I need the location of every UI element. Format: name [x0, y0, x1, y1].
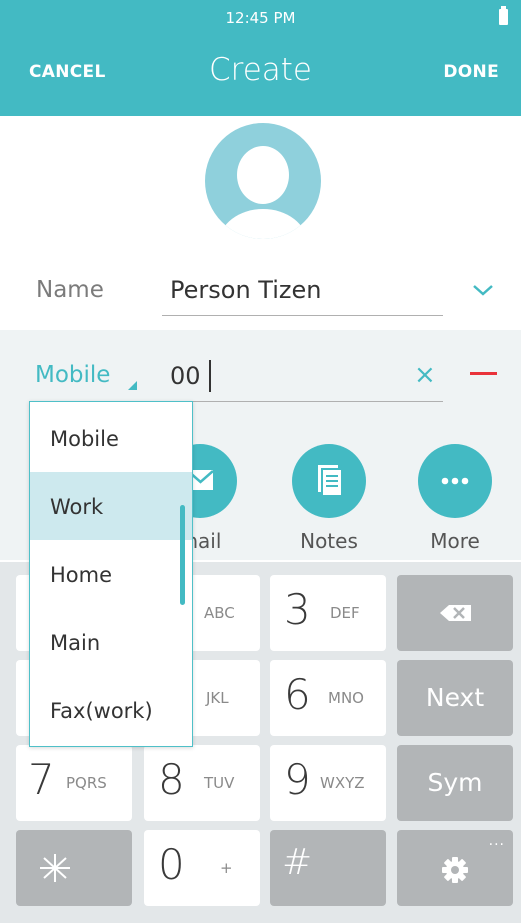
key-star[interactable] [16, 830, 132, 906]
settings-button[interactable]: ... [397, 830, 513, 906]
expand-chevron-icon[interactable] [469, 281, 497, 299]
name-underline [162, 315, 443, 316]
key-6-digit: 6 [284, 670, 311, 719]
text-cursor [209, 360, 211, 392]
phone-type-dropdown: Mobile Work Home Main Fax(work) [29, 401, 193, 747]
name-label: Name [36, 277, 104, 303]
key-6[interactable]: 6 MNO [270, 660, 386, 736]
hash-symbol: # [282, 842, 313, 883]
done-button[interactable]: DONE [443, 62, 499, 82]
key-8-digit: 8 [158, 755, 185, 804]
key-3[interactable]: 3 DEF [270, 575, 386, 651]
key-0-digit: 0 [158, 840, 185, 889]
status-time: 12:45 PM [225, 9, 296, 27]
backspace-icon [440, 605, 471, 621]
key-2-letters: ABC [204, 604, 235, 622]
more-label: More [430, 529, 480, 553]
phone-input[interactable]: 00 [170, 362, 201, 390]
key-0[interactable]: 0 + [144, 830, 260, 906]
notes-icon [318, 465, 343, 497]
key-9-digit: 9 [284, 755, 311, 804]
dropdown-caret-icon[interactable] [128, 381, 137, 390]
battery-icon [499, 6, 508, 25]
avatar[interactable] [205, 123, 321, 239]
key-0-letters: + [220, 859, 233, 877]
key-3-digit: 3 [284, 585, 311, 634]
key-5-letters: JKL [206, 689, 229, 707]
key-7[interactable]: 7 PQRS [16, 745, 132, 821]
backspace-button[interactable] [397, 575, 513, 651]
dropdown-item-work[interactable]: Work [30, 472, 192, 540]
dropdown-item-fax-work[interactable]: Fax(work) [30, 676, 192, 744]
more-button[interactable] [418, 444, 492, 518]
notes-button[interactable] [292, 444, 366, 518]
dropdown-scrollbar[interactable] [180, 505, 185, 605]
dropdown-item-home[interactable]: Home [30, 540, 192, 608]
name-input[interactable]: Person Tizen [170, 276, 321, 304]
key-7-letters: PQRS [66, 774, 107, 792]
sym-button[interactable]: Sym [397, 745, 513, 821]
remove-field-button[interactable] [470, 372, 497, 375]
key-7-digit: 7 [28, 755, 55, 804]
sym-label: Sym [427, 768, 483, 797]
notes-label: Notes [300, 529, 358, 553]
asterisk-icon [40, 854, 70, 882]
phone-underline [162, 401, 443, 402]
app-header: 12:45 PM CANCEL Create DONE [0, 0, 521, 116]
key-6-letters: MNO [328, 689, 364, 707]
next-label: Next [425, 683, 485, 712]
next-button[interactable]: Next [397, 660, 513, 736]
key-9[interactable]: 9 WXYZ [270, 745, 386, 821]
more-icon [441, 477, 469, 485]
key-3-letters: DEF [330, 604, 360, 622]
dropdown-item-mobile[interactable]: Mobile [30, 404, 192, 472]
dropdown-item-main[interactable]: Main [30, 608, 192, 676]
key-9-letters: WXYZ [320, 774, 365, 792]
more-dots: ... [488, 833, 505, 849]
clear-icon[interactable]: × [414, 362, 436, 388]
key-8[interactable]: 8 TUV [144, 745, 260, 821]
key-hash[interactable]: # [270, 830, 386, 906]
key-8-letters: TUV [204, 774, 235, 792]
person-icon [205, 123, 321, 239]
phone-type-selector[interactable]: Mobile [35, 362, 110, 388]
